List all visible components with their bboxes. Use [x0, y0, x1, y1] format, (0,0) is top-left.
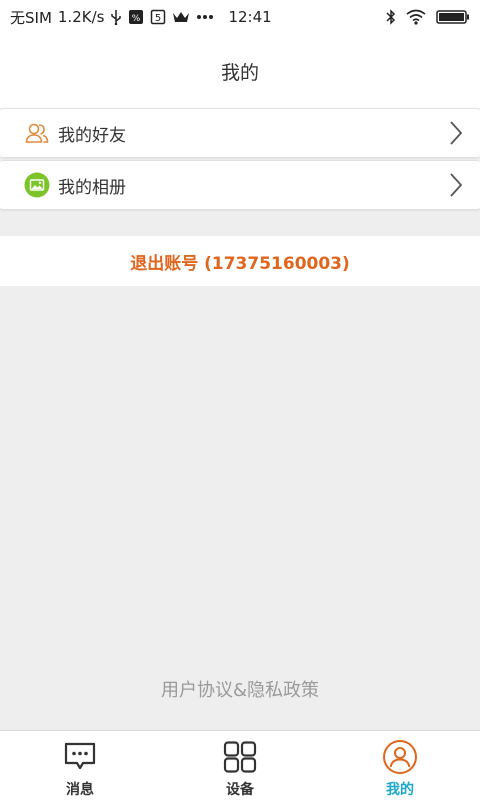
chevron-right-icon [446, 119, 466, 147]
battery-icon [436, 9, 470, 25]
tab-label: 设备 [226, 782, 254, 798]
privacy-policy-link[interactable]: 用户协议&隐私政策 [0, 676, 480, 702]
album-icon [24, 172, 50, 198]
clock: 12:41 [228, 8, 272, 26]
tab-label: 我的 [386, 782, 414, 798]
menu-item-album[interactable]: 我的相册 [0, 160, 480, 210]
wifi-icon [406, 9, 426, 25]
crown-icon [172, 10, 190, 24]
sim-notification-icon: 5 [150, 9, 166, 25]
logout-label: 退出账号 (17375160003) [130, 253, 350, 274]
usb-icon [110, 9, 122, 25]
more-notifications-icon [196, 14, 214, 20]
profile-icon [382, 739, 418, 775]
tab-profile[interactable]: 我的 [320, 731, 480, 801]
friends-icon [24, 120, 50, 146]
logout-button[interactable]: 退出账号 (17375160003) [0, 236, 480, 286]
tab-label: 消息 [66, 782, 94, 798]
bottom-tab-bar: 消息 设备 我的 [0, 730, 480, 801]
menu-item-label: 我的好友 [58, 125, 126, 146]
page-header: 我的 [0, 34, 480, 108]
device-icon [222, 739, 258, 775]
tab-devices[interactable]: 设备 [160, 731, 320, 801]
menu-item-label: 我的相册 [58, 177, 126, 198]
menu-item-friends[interactable]: 我的好友 [0, 108, 480, 158]
menu-list: 我的好友 我的相册 [0, 108, 480, 212]
chevron-right-icon [446, 171, 466, 199]
page-title: 我的 [220, 61, 259, 84]
status-bar: 无SIM 1.2K/s % 5 12:41 [0, 0, 480, 34]
app-notification-icon: % [128, 9, 144, 25]
network-speed: 1.2K/s [57, 8, 105, 26]
carrier-text: 无SIM [10, 8, 52, 27]
bluetooth-icon [386, 9, 396, 25]
tab-messages[interactable]: 消息 [0, 731, 160, 801]
svg-text:5: 5 [155, 13, 161, 24]
svg-text:%: % [132, 14, 141, 24]
message-icon [62, 739, 98, 775]
